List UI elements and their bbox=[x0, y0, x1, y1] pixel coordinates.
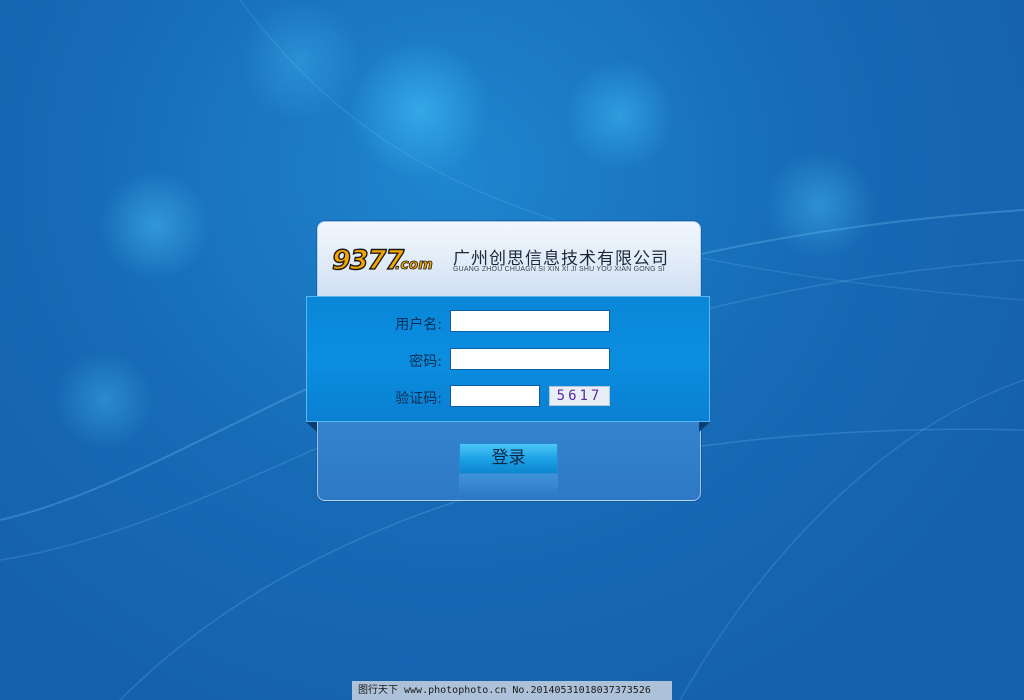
panel-header: 9377 .com 广州创思信息技术有限公司 GUANG ZHOU CHUAGN… bbox=[318, 222, 700, 296]
password-input[interactable] bbox=[450, 348, 610, 370]
company-pinyin: GUANG ZHOU CHUAGN SI XIN XI JI SHU YOU X… bbox=[453, 266, 665, 273]
form-band-fold-left bbox=[306, 422, 317, 432]
logo-number: 9377 bbox=[331, 244, 405, 276]
captcha-input[interactable] bbox=[450, 385, 540, 407]
username-label: 用户名: bbox=[395, 317, 442, 333]
login-button[interactable]: 登录 bbox=[459, 443, 558, 474]
captcha-image[interactable]: 5617 bbox=[549, 386, 610, 406]
company-logo: 9377 .com bbox=[331, 244, 442, 278]
watermark: 图行天下 www.photophoto.cn No.20140531018037… bbox=[352, 681, 672, 700]
password-label: 密码: bbox=[409, 354, 442, 370]
login-button-reflection bbox=[459, 474, 558, 496]
logo-domain: .com bbox=[395, 257, 434, 274]
form-band-fold-right bbox=[699, 422, 710, 432]
captcha-label: 验证码: bbox=[395, 391, 442, 407]
username-input[interactable] bbox=[450, 310, 610, 332]
